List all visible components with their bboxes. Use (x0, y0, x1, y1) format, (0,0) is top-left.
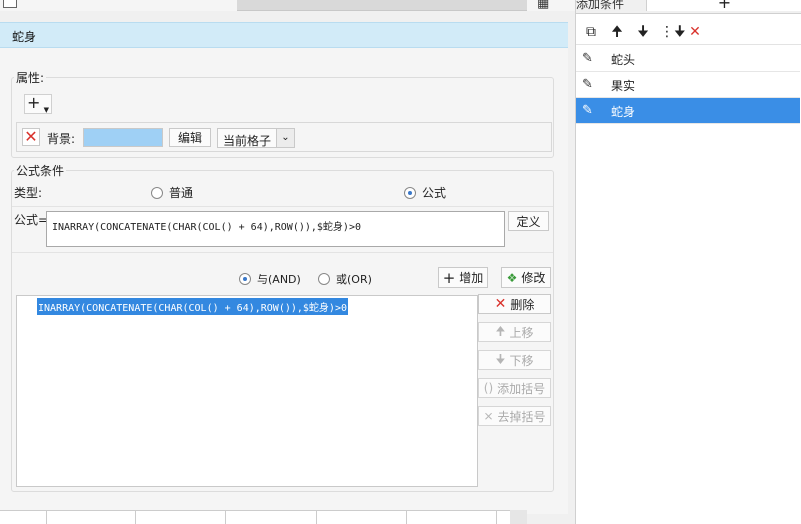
add-button-label: 增加 (459, 271, 484, 285)
scope-select-value: 当前格子 (223, 134, 272, 148)
condition-item-snake-body[interactable]: ✎ 蛇身 (576, 98, 800, 124)
add-property-dropdown[interactable]: + ▼ (24, 94, 52, 114)
radio-circle-selected (404, 186, 416, 199)
add-bracket-button[interactable]: () 添加括号 (478, 378, 551, 398)
remove-bracket-label: 去掉括号 (497, 409, 546, 424)
dialog-title-bar: 蛇身 (0, 22, 568, 48)
logic-and-label: 与(AND) (257, 273, 301, 286)
conditions-panel-header: 添加条件 + (576, 0, 801, 14)
type-label: 类型: (14, 186, 43, 200)
condition-item-snake-head[interactable]: ✎ 蛇头 (576, 46, 800, 72)
pencil-icon: ✎ (582, 51, 593, 66)
move-bottom-icon[interactable]: ⋮🠋 (660, 23, 686, 41)
logic-and-radio[interactable]: 与(AND) (239, 271, 301, 287)
move-up-label: 上移 (509, 325, 534, 340)
type-normal-radio[interactable]: 普通 (151, 184, 193, 201)
type-formula-radio[interactable]: 公式 (404, 184, 446, 201)
modify-icon: ❖ (506, 270, 518, 285)
scope-select[interactable]: 当前格子 ⌄ (217, 128, 295, 148)
radio-circle (318, 273, 330, 285)
modify-condition-button[interactable]: ❖ 修改 (501, 267, 551, 288)
pencil-icon: ✎ (582, 103, 593, 118)
remove-property-button[interactable]: ✕ (22, 128, 40, 146)
add-bracket-label: 添加括号 (497, 381, 546, 396)
logic-or-radio[interactable]: 或(OR) (318, 271, 372, 287)
dialog-title: 蛇身 (12, 30, 37, 44)
document-icon[interactable] (3, 0, 17, 8)
pencil-icon: ✎ (582, 77, 593, 92)
delete-button-label: 删除 (510, 297, 535, 312)
arrow-down-icon: 🠋 (495, 351, 506, 366)
move-up-button[interactable]: 🠉 上移 (478, 322, 551, 342)
move-down-button[interactable]: 🠋 下移 (478, 350, 551, 370)
conditions-panel: 添加条件 + ⧉ 🠉 🠋 ⋮🠋 ✕ ✎ 蛇头 ✎ 果实 ✎ 蛇身 (575, 0, 801, 524)
grid-icon[interactable]: ▦ (537, 0, 549, 10)
condition-item-fruit[interactable]: ✎ 果实 (576, 72, 800, 98)
arrow-up-icon[interactable]: 🠉 (608, 23, 626, 41)
conditions-toolbar: ⧉ 🠉 🠋 ⋮🠋 ✕ (576, 19, 801, 45)
logic-or-label: 或(OR) (336, 273, 372, 286)
scrollbar[interactable] (510, 510, 527, 524)
add-condition-button[interactable]: + 增加 (438, 267, 488, 288)
chevron-down-icon: ⌄ (276, 129, 294, 147)
close-icon: ✕ (494, 296, 507, 312)
properties-group-label: 属性: (14, 69, 47, 86)
formula-label: 公式= (14, 213, 49, 227)
close-icon[interactable]: ✕ (686, 23, 704, 41)
plus-icon: + (442, 268, 456, 287)
formula-group-label: 公式条件 (14, 162, 67, 179)
radio-circle-selected (239, 273, 251, 285)
remove-bracket-button[interactable]: ⨯ 去掉括号 (478, 406, 551, 426)
condition-item-label: 果实 (611, 79, 636, 93)
type-normal-label: 普通 (169, 186, 194, 200)
formula-display[interactable]: INARRAY(CONCATENATE(CHAR(COL() + 64),ROW… (46, 211, 505, 247)
define-button[interactable]: 定义 (508, 211, 549, 231)
top-gray-bar (237, 0, 527, 11)
move-down-label: 下移 (509, 353, 534, 368)
condition-item-label: 蛇头 (611, 53, 636, 67)
copy-icon[interactable]: ⧉ (582, 23, 600, 41)
close-icon: ✕ (24, 127, 38, 146)
plus-icon: + (27, 93, 41, 112)
arrow-down-icon[interactable]: 🠋 (634, 23, 652, 41)
divider (12, 206, 553, 207)
bottom-grid-strip (0, 510, 527, 524)
modify-button-label: 修改 (521, 271, 546, 285)
top-strip: ▦ (0, 0, 575, 11)
bracket-icon: () (483, 381, 494, 395)
divider (12, 252, 553, 253)
background-label: 背景: (47, 132, 76, 146)
type-formula-label: 公式 (422, 186, 447, 200)
condition-list[interactable]: INARRAY(CONCATENATE(CHAR(COL() + 64),ROW… (16, 295, 478, 487)
delete-condition-button[interactable]: ✕ 删除 (478, 294, 551, 314)
background-property-row: ✕ 背景: 编辑 当前格子 ⌄ (16, 122, 552, 152)
radio-circle (151, 186, 163, 199)
background-color-swatch[interactable] (83, 128, 163, 147)
remove-bracket-icon: ⨯ (483, 409, 494, 423)
condition-attribute-dialog: 蛇身 属性: + ▼ ✕ 背景: 编辑 当前格子 ⌄ 公式条件 类型: 普通 公式… (0, 22, 568, 514)
conditions-panel-title: 添加条件 (576, 0, 625, 11)
condition-list-item[interactable]: INARRAY(CONCATENATE(CHAR(COL() + 64),ROW… (37, 298, 348, 315)
condition-item-label: 蛇身 (611, 105, 636, 119)
add-condition-tab[interactable]: + (646, 0, 801, 11)
chevron-down-icon: ▼ (43, 106, 49, 114)
arrow-up-icon: 🠉 (495, 323, 506, 338)
edit-button[interactable]: 编辑 (169, 128, 211, 147)
